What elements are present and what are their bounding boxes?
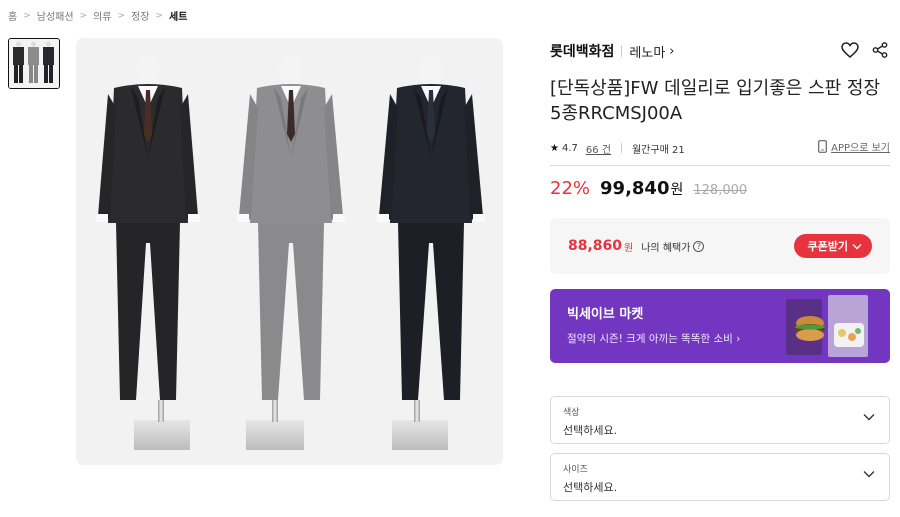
product-main-image[interactable] [76,38,503,465]
chevron-right-icon: > [117,10,126,21]
benefit-label: 나의 혜택가 [641,242,691,254]
discount-rate: 22% [550,178,591,199]
chevron-right-icon: › [736,333,741,345]
chevron-down-icon [863,471,875,478]
rating-value: 4.7 [561,142,578,154]
chevron-right-icon: > [23,10,31,21]
share-icon[interactable] [870,40,890,60]
chevron-right-icon: > [155,10,164,21]
benefit-price: 88,860 [568,238,623,254]
breadcrumb-home[interactable]: 홈 [8,8,17,23]
breadcrumb-set[interactable]: 세트 [169,8,187,23]
banner-title: 빅세이브 마켓 [567,307,644,322]
breadcrumb: 홈 > 남성패션 > 의류 > 정장 > 세트 [8,8,187,24]
price-row: 22% 99,840 원 128,000 [550,178,747,206]
breadcrumb-suit[interactable]: 정장 [131,8,149,23]
app-view-link[interactable]: APP으로 보기 [818,139,890,154]
rating-row: ★ 4.7 66 건 월간구매 21 APP으로 보기 [550,139,890,157]
brand-link[interactable]: 레노마 [629,42,665,61]
food-image [786,295,868,357]
monthly-sales: 월간구매 21 [631,144,685,156]
brand-row: 롯데백화점 레노마 › [550,40,890,62]
store-name[interactable]: 롯데백화점 [550,41,614,61]
color-option-value: 선택하세요. [563,424,618,437]
chevron-down-icon [852,243,862,249]
breadcrumb-clothing[interactable]: 의류 [93,8,111,23]
big-save-market-banner[interactable]: 빅세이브 마켓 절약의 시즌! 크게 아끼는 똑똑한 소비 › [550,289,890,363]
review-count-link[interactable]: 66 건 [586,141,611,156]
banner-subtitle: 절약의 시즌! 크게 아끼는 똑똑한 소비 › [567,333,741,345]
app-view-label: APP으로 보기 [831,143,890,154]
divider [621,45,623,57]
color-option-label: 색상 [563,408,580,418]
color-option-select[interactable]: 색상 선택하세요. [550,396,890,444]
product-thumbnail[interactable] [8,38,60,89]
sale-price: 99,840 [600,178,670,199]
product-actions [840,40,890,60]
currency-unit: 원 [624,242,634,254]
phone-icon [818,140,828,153]
heart-icon[interactable] [840,40,860,60]
size-option-select[interactable]: 사이즈 선택하세요. [550,453,890,501]
breadcrumb-mens-fashion[interactable]: 남성패션 [37,8,74,23]
coupon-button[interactable]: 쿠폰받기 [793,234,872,258]
info-icon[interactable]: ? [693,240,705,252]
divider [620,143,622,153]
size-option-label: 사이즈 [563,465,588,475]
size-option-value: 선택하세요. [563,481,618,494]
product-title: [단독상품]FW 데일리로 입기좋은 스판 정장5종RRCMSJ00A [550,78,881,124]
chevron-right-icon[interactable]: › [669,44,674,59]
coupon-button-label: 쿠폰받기 [807,240,848,253]
divider [550,165,890,166]
benefit-price-box: 88,860 원 나의 혜택가 ? 쿠폰받기 [550,218,890,274]
star-icon: ★ [550,142,559,154]
original-price: 128,000 [693,183,748,198]
chevron-right-icon: > [79,10,88,21]
chevron-down-icon [863,414,875,421]
currency-unit: 원 [670,182,684,198]
